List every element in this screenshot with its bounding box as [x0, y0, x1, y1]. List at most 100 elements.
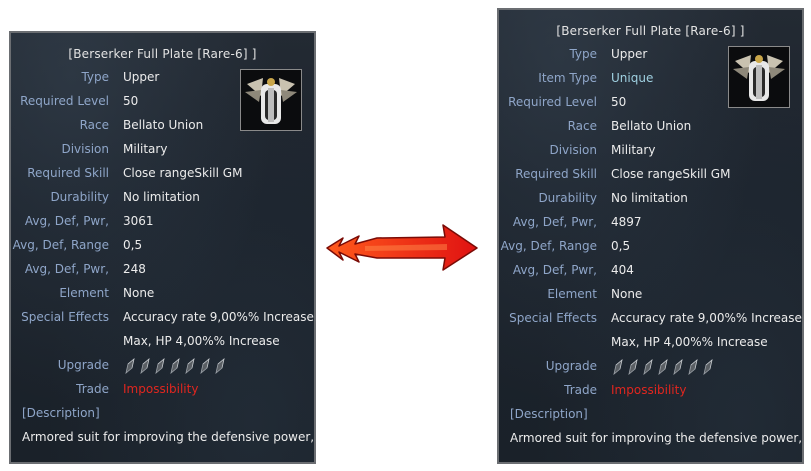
stat-label: Avg, Def, Range	[12, 238, 109, 252]
stat-row: Item Type Unique	[499, 71, 802, 91]
stat-value: 248	[123, 262, 146, 276]
upgrade-row: Upgrade	[499, 359, 802, 379]
stat-label: Avg, Def, Pwr,	[24, 214, 109, 228]
stat-value: Close rangeSkill GM	[611, 167, 731, 181]
item-title: [Berserker Full Plate [Rare-6] ]	[556, 24, 745, 38]
stat-label: Avg, Def, Pwr,	[24, 262, 109, 276]
stat-label: Durability	[538, 191, 597, 205]
stat-row: Element None	[499, 287, 802, 307]
stat-row: Element None	[11, 286, 314, 306]
stat-label: Race	[567, 119, 597, 133]
stat-row: Required Skill Close rangeSkill GM	[11, 166, 314, 186]
talic-gem-icon	[703, 359, 713, 375]
upgrade-label: Upgrade	[57, 358, 109, 372]
talic-gem-icon	[658, 359, 668, 375]
trade-row: Trade Impossibility	[11, 382, 314, 402]
talic-gem-icon	[613, 359, 623, 375]
stat-label: Required Skill	[515, 167, 597, 181]
description-header: [Description]	[22, 406, 100, 420]
talic-gem-icon	[628, 359, 638, 375]
stat-row: Division Military	[11, 142, 314, 162]
stat-value: Close rangeSkill GM	[123, 166, 243, 180]
upgrade-row: Upgrade	[11, 358, 314, 378]
stat-label: Durability	[50, 190, 109, 204]
stat-row: Max, HP 4,00%% Increase	[11, 334, 314, 354]
stat-row: Special Effects Accuracy rate 9,00%% Incr…	[11, 310, 314, 330]
stat-value: None	[123, 286, 155, 300]
stat-label: Element	[547, 287, 597, 301]
talic-gem-icon	[673, 359, 683, 375]
arrow-icon	[326, 224, 478, 271]
talic-gem-icon	[155, 358, 165, 374]
stat-label: Special Effects	[21, 310, 109, 324]
stat-label: Required Level	[20, 94, 109, 108]
stat-row: Special Effects Accuracy rate 9,00%% Incr…	[499, 311, 802, 331]
trade-value: Impossibility	[123, 382, 199, 396]
stat-label: Required Level	[508, 95, 597, 109]
trade-row: Trade Impossibility	[499, 383, 802, 403]
stat-row: Race Bellato Union	[11, 118, 314, 138]
stat-value: 50	[123, 94, 139, 108]
stat-row: Avg, Def, Pwr, 404	[499, 263, 802, 283]
stat-row: Race Bellato Union	[499, 119, 802, 139]
stat-value: Military	[611, 143, 656, 157]
stat-label: Special Effects	[509, 311, 597, 325]
stat-row: Type Upper	[11, 70, 314, 90]
trade-label: Trade	[564, 383, 597, 397]
stat-row: Avg, Def, Pwr, 3061	[11, 214, 314, 234]
stat-row: Avg, Def, Range 0,5	[499, 239, 802, 259]
stat-value: Max, HP 4,00%% Increase	[123, 334, 280, 348]
talic-gem-icon	[185, 358, 195, 374]
stat-label: Avg, Def, Pwr,	[512, 263, 597, 277]
trade-value: Impossibility	[611, 383, 687, 397]
stat-label: Required Skill	[27, 166, 109, 180]
stat-label: Avg, Def, Range	[500, 239, 597, 253]
stat-value: No limitation	[611, 191, 688, 205]
stat-label: Type	[569, 47, 597, 61]
stat-value: Accuracy rate 9,00%% Increase	[611, 311, 802, 325]
talic-gem-icon	[140, 358, 150, 374]
trade-label: Trade	[76, 382, 109, 396]
description-header: [Description]	[510, 407, 588, 421]
stat-value: Upper	[123, 70, 160, 84]
stat-row: Avg, Def, Range 0,5	[11, 238, 314, 258]
stat-value: 404	[611, 263, 634, 277]
stat-value: 0,5	[611, 239, 631, 253]
talic-gem-icon	[170, 358, 180, 374]
upgrade-slots	[123, 358, 227, 374]
stat-row: Durability No limitation	[11, 190, 314, 210]
stat-value: Max, HP 4,00%% Increase	[611, 335, 768, 349]
stat-row: Avg, Def, Pwr, 248	[11, 262, 314, 282]
stat-row: Required Level 50	[11, 94, 314, 114]
stat-label: Element	[59, 286, 109, 300]
talic-gem-icon	[125, 358, 135, 374]
talic-gem-icon	[215, 358, 225, 374]
stat-label: Division	[549, 143, 597, 157]
stat-value: Bellato Union	[611, 119, 692, 133]
stat-row: Type Upper	[499, 47, 802, 67]
stat-value: Bellato Union	[123, 118, 204, 132]
stat-row: Avg, Def, Pwr, 4897	[499, 215, 802, 235]
stat-value: Unique	[611, 71, 654, 85]
stat-row: Required Level 50	[499, 95, 802, 115]
description-text: Armored suit for improving the defensive…	[510, 431, 803, 445]
stat-value: Military	[123, 142, 168, 156]
stat-value: Upper	[611, 47, 648, 61]
stat-row: Required Skill Close rangeSkill GM	[499, 167, 802, 187]
stat-label: Race	[79, 118, 109, 132]
item-tooltip-after: [Berserker Full Plate [Rare-6] ] Type Upp…	[497, 8, 804, 464]
stat-row: Division Military	[499, 143, 802, 163]
stat-label: Division	[61, 142, 109, 156]
stat-row: Max, HP 4,00%% Increase	[499, 335, 802, 355]
stat-value: 3061	[123, 214, 154, 228]
stat-value: No limitation	[123, 190, 200, 204]
stat-value: None	[611, 287, 643, 301]
talic-gem-icon	[200, 358, 210, 374]
talic-gem-icon	[643, 359, 653, 375]
stat-row: Durability No limitation	[499, 191, 802, 211]
stat-value: Accuracy rate 9,00%% Increase	[123, 310, 314, 324]
stat-value: 0,5	[123, 238, 143, 252]
upgrade-label: Upgrade	[545, 359, 597, 373]
description-text: Armored suit for improving the defensive…	[22, 430, 315, 444]
stat-label: Type	[81, 70, 109, 84]
